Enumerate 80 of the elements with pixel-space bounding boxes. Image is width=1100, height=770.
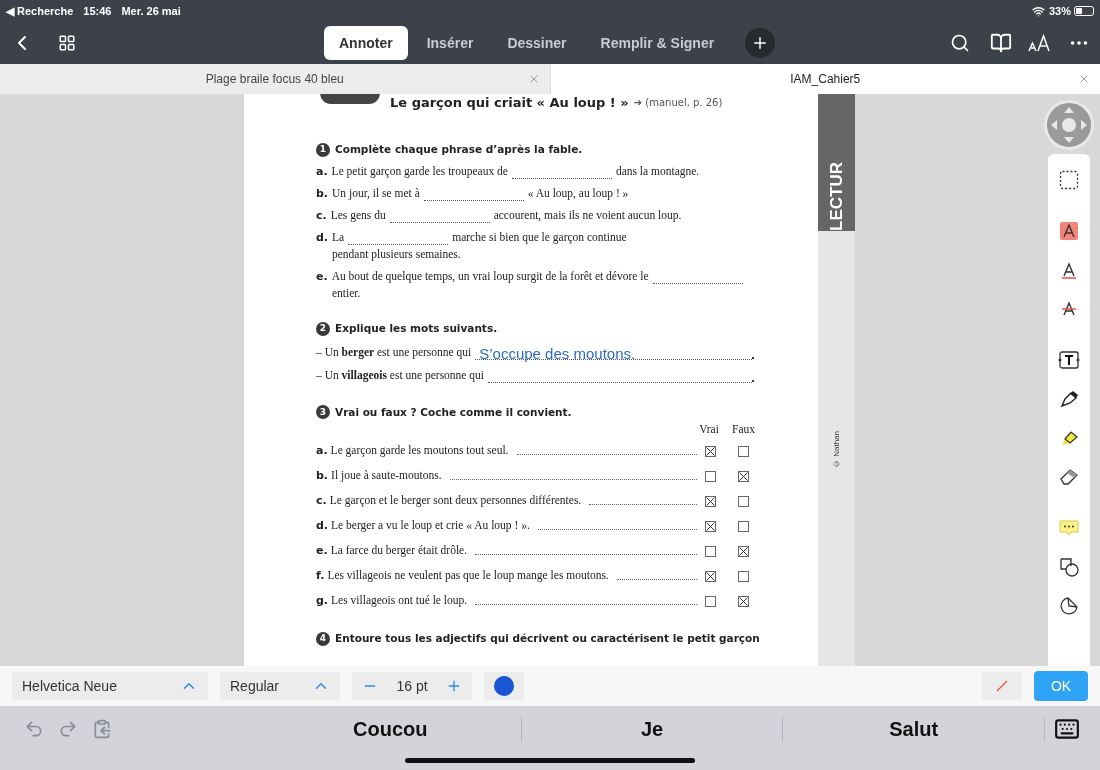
checkbox[interactable] xyxy=(705,596,716,608)
statement: b. Il joue à saute-moutons. xyxy=(316,468,442,485)
document-tab[interactable]: Plage braile focus 40 bleu xyxy=(0,64,551,94)
keyboard-suggestion[interactable]: Coucou xyxy=(353,714,428,744)
exercise-number: 4 xyxy=(316,632,330,647)
back-link[interactable]: ◀ Recherche xyxy=(6,2,74,20)
keyboard-suggestion[interactable]: Salut xyxy=(889,714,939,744)
exercise-heading: Complète chaque phrase d’après la fable. xyxy=(335,142,583,157)
checkbox[interactable] xyxy=(738,521,749,533)
add-button[interactable] xyxy=(745,28,776,58)
checkbox[interactable] xyxy=(705,546,716,558)
checkbox[interactable] xyxy=(738,596,749,608)
answer-box[interactable]: S’occupe des moutons. xyxy=(475,342,752,360)
exercise-heading: Entoure tous les adjectifs qui décrivent ou caractérisent le petit garçon xyxy=(335,631,760,647)
statement: f. Les villageois ne veulent pas que le loup mange les moutons. xyxy=(316,568,609,585)
checkbox[interactable] xyxy=(738,446,749,458)
shapes-icon[interactable] xyxy=(1059,557,1079,577)
checkbox[interactable] xyxy=(705,571,716,583)
toolbar-tab[interactable]: Insérer xyxy=(411,26,489,60)
checkbox[interactable] xyxy=(705,446,716,458)
exercise-number: 3 xyxy=(316,405,330,420)
checkbox[interactable] xyxy=(705,496,716,508)
statement: d. Le berger a vu le loup et crie « Au loup ! ». xyxy=(316,518,530,535)
toolbar-tab[interactable]: Remplir & Signer xyxy=(585,26,730,60)
exercise-heading: Explique les mots suivants. xyxy=(335,320,498,336)
document-tab[interactable]: IAM_Cahier5 xyxy=(550,64,1100,94)
manual-reference: ➔ (manuel, p. 26) xyxy=(633,96,723,110)
slash-icon xyxy=(995,679,1009,693)
search-icon[interactable] xyxy=(950,33,970,53)
checkbox[interactable] xyxy=(705,521,716,533)
document-tab-title: IAM_Cahier5 xyxy=(790,71,861,88)
battery-level: 33% xyxy=(1048,3,1071,19)
exercise-sentence: b. Un jour, il se met à « Au loup, au loup ! » xyxy=(316,185,630,201)
copyright: © Nathan xyxy=(830,431,842,469)
exercise-sentence: d. La marche si bien que le garçon continue pendant plusieurs semaines. xyxy=(316,229,628,262)
definition-prompt: – Un berger est une personne qui xyxy=(316,344,472,360)
checkbox[interactable] xyxy=(738,496,749,508)
checkbox[interactable] xyxy=(738,471,749,483)
lesson-title: Le garçon qui criait « Au loup ! » xyxy=(390,96,629,110)
close-icon[interactable] xyxy=(1078,73,1090,85)
sticker-icon[interactable] xyxy=(1059,596,1079,616)
column-heading: Faux xyxy=(732,422,754,437)
status-time: 15:46 xyxy=(83,3,112,19)
keyboard-suggestion[interactable]: Je xyxy=(640,714,664,744)
eraser-icon[interactable] xyxy=(1059,467,1079,487)
exercise-number: 1 xyxy=(316,142,330,157)
grid-icon[interactable] xyxy=(58,34,76,52)
checkbox[interactable] xyxy=(738,546,749,558)
book-icon[interactable] xyxy=(990,32,1012,54)
checkbox[interactable] xyxy=(705,471,716,483)
statement: g. Les villageois ont tué le loup. xyxy=(316,593,468,610)
text-size-icon[interactable] xyxy=(1028,33,1052,53)
exercise-sentence: c. Les gens du accourent, mais ils ne voient aucun loup. xyxy=(316,207,683,223)
pen-icon[interactable] xyxy=(1059,389,1079,409)
exercise-heading: Vrai ou faux ? Coche comme il convient. xyxy=(335,404,572,420)
exercise-sentence: e. Au bout de quelque temps, un vrai loup surgit de la forêt et dévore le entier. xyxy=(316,268,788,301)
selection-icon[interactable] xyxy=(1059,170,1079,190)
toolbar-tab[interactable]: Dessiner xyxy=(492,26,582,60)
wifi-icon xyxy=(1031,4,1045,18)
statement: e. La farce du berger était drôle. xyxy=(316,543,468,560)
toolbar-tab[interactable]: Annoter xyxy=(324,26,408,60)
definition-prompt: – Un villageois est une personne qui xyxy=(316,367,485,383)
column-heading: Vrai xyxy=(698,422,720,437)
exercise-number: 2 xyxy=(316,321,330,336)
text-box-icon[interactable] xyxy=(1058,350,1080,370)
keyboard-icon[interactable] xyxy=(1054,716,1080,742)
underline-text-icon[interactable] xyxy=(1059,260,1079,280)
exercise-sentence: a. Le petit garçon garde les troupeaux de dans la montagne. xyxy=(316,163,701,179)
color-picker[interactable] xyxy=(484,672,524,700)
font-family-picker[interactable]: Helvetica Neue xyxy=(12,672,208,700)
statement: a. Le garçon garde les moutons tout seul. xyxy=(316,443,509,460)
statement: c. Le garçon et le berger sont deux personnes différentes. xyxy=(316,493,582,510)
document-tab-title: Plage braile focus 40 bleu xyxy=(205,71,344,88)
font-weight-picker[interactable]: Regular xyxy=(220,672,340,700)
status-date: Mer. 26 mai xyxy=(121,3,181,19)
checkbox[interactable] xyxy=(738,571,749,583)
clipboard-icon[interactable] xyxy=(92,719,112,739)
clear-color-button[interactable] xyxy=(982,672,1022,700)
highlight-text-icon[interactable] xyxy=(1059,221,1079,241)
battery-icon xyxy=(1074,6,1094,16)
